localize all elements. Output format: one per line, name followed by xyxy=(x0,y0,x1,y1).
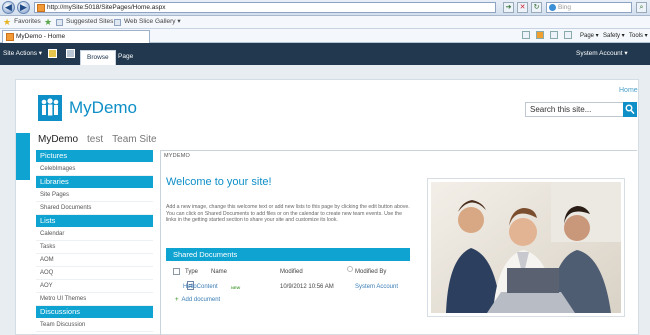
site-search-input[interactable]: Search this site... xyxy=(525,102,624,117)
browser-search-placeholder: Bing xyxy=(558,4,572,11)
table-header-row: Type Name Modified Modified By xyxy=(170,266,410,282)
quicklaunch-item-shared-documents[interactable]: Shared Documents xyxy=(36,202,153,215)
quicklaunch-item-team-discussion[interactable]: Team Discussion xyxy=(36,319,153,332)
stop-icon[interactable]: ✕ xyxy=(517,2,528,13)
favorites-label: Favorites xyxy=(14,18,41,25)
address-bar[interactable]: http://mySite:5018/SitePages/Home.aspx xyxy=(34,2,496,13)
quicklaunch-item-calendar[interactable]: Calendar xyxy=(36,228,153,241)
page-menu-label: Page ▾ xyxy=(580,33,599,39)
welcome-title: Welcome to your site! xyxy=(166,176,272,188)
quicklaunch-heading-discussions[interactable]: Discussions xyxy=(36,306,153,318)
welcome-image xyxy=(427,178,625,317)
browser-toolbar: ◀ ▶ http://mySite:5018/SitePages/Home.as… xyxy=(0,0,650,16)
topnav-item-team-site[interactable]: Team Site xyxy=(112,133,156,146)
search-icon[interactable]: ⌕ xyxy=(636,2,647,13)
address-text: http://mySite:5018/SitePages/Home.aspx xyxy=(47,4,166,11)
edit-page-icon[interactable] xyxy=(66,49,75,58)
people-icon xyxy=(41,98,59,116)
document-modified: 10/9/2012 10:56 AM xyxy=(280,284,334,290)
document-name-link[interactable]: HelloContent xyxy=(183,282,218,292)
mail-icon[interactable] xyxy=(550,31,558,39)
tools-menu[interactable]: Tools ▾ xyxy=(629,31,648,41)
favorites-button[interactable]: ★ Favorites xyxy=(3,16,41,28)
page-breadcrumb: MYDEMO xyxy=(164,153,190,159)
site-search-placeholder: Search this site... xyxy=(530,105,592,114)
home-icon[interactable] xyxy=(522,31,530,39)
browser-tab-bar: MyDemo - Home Page ▾ Safety ▾ Tools ▾ xyxy=(0,29,650,43)
browser-search-input[interactable]: Bing xyxy=(546,2,632,13)
site-favicon xyxy=(37,4,45,12)
site-logo[interactable] xyxy=(38,95,62,121)
quicklaunch-item-site-pages[interactable]: Site Pages xyxy=(36,189,153,202)
tab-title: MyDemo - Home xyxy=(16,33,66,40)
page-menu[interactable]: Page ▾ xyxy=(580,31,599,41)
forward-arrow-icon: ▶ xyxy=(20,3,27,13)
browser-tab[interactable]: MyDemo - Home xyxy=(2,30,150,43)
favorites-bar: ★ Favorites ★ Suggested Sites ▾ Web Slic… xyxy=(0,16,650,29)
document-modified-by[interactable]: System Account xyxy=(355,282,398,292)
quicklaunch-heading-libraries[interactable]: Libraries xyxy=(36,176,153,188)
quicklaunch-item-metro-ui-themes[interactable]: Metro UI Themes xyxy=(36,293,153,306)
forward-button[interactable]: ▶ xyxy=(17,1,30,14)
sharepoint-ribbon: Site Actions ▾ Browse Page System Accoun… xyxy=(0,43,650,65)
column-header-name[interactable]: Name xyxy=(211,267,227,277)
star-icon: ★ xyxy=(3,17,12,27)
print-icon[interactable] xyxy=(564,31,572,39)
feeds-icon[interactable] xyxy=(536,31,544,39)
home-breadcrumb-link[interactable]: Home xyxy=(619,87,638,94)
bing-icon xyxy=(549,4,556,11)
quicklaunch-item-aoq[interactable]: AOQ xyxy=(36,267,153,280)
go-icon[interactable]: ➔ xyxy=(503,2,514,13)
page-icon xyxy=(114,18,121,26)
user-menu[interactable]: System Account ▾ xyxy=(576,49,628,59)
safety-menu-label: Safety ▾ xyxy=(603,33,625,39)
add-document-link[interactable]: + Add document xyxy=(175,297,220,303)
column-header-modified-by[interactable]: Modified By xyxy=(355,267,386,277)
add-icon: + xyxy=(175,297,179,303)
site-actions-menu[interactable]: Site Actions ▾ xyxy=(3,49,42,59)
site-search-button[interactable] xyxy=(623,102,637,117)
select-all-checkbox[interactable] xyxy=(173,268,180,275)
site-title[interactable]: MyDemo xyxy=(69,98,137,118)
add-document-label: Add document xyxy=(181,297,221,303)
accent-bar xyxy=(16,133,30,180)
favorites-item-web-slice[interactable]: Web Slice Gallery ▾ xyxy=(114,16,181,28)
add-favorite-icon[interactable]: ★ xyxy=(44,16,52,28)
column-header-modified[interactable]: Modified xyxy=(280,267,303,277)
team-photo xyxy=(431,182,621,313)
back-button[interactable]: ◀ xyxy=(2,1,15,14)
quicklaunch-heading-lists[interactable]: Lists xyxy=(36,215,153,227)
topnav-item-mydemo[interactable]: MyDemo xyxy=(38,133,78,146)
quicklaunch-item-celebimages[interactable]: CelebImages xyxy=(36,163,153,176)
quicklaunch-item-aom[interactable]: AOM xyxy=(36,254,153,267)
refresh-icon[interactable]: ↻ xyxy=(531,2,542,13)
favorites-item-label: Web Slice Gallery ▾ xyxy=(124,18,181,25)
shared-documents-table: Type Name Modified Modified By HelloCont… xyxy=(170,266,410,297)
topnav-item-test[interactable]: test xyxy=(87,133,103,146)
table-row[interactable]: HelloContent NEW 10/9/2012 10:56 AM Syst… xyxy=(170,281,410,297)
tab-favicon xyxy=(6,33,14,41)
shared-documents-header[interactable]: Shared Documents xyxy=(166,248,410,261)
quicklaunch-item-aoy[interactable]: AOY xyxy=(36,280,153,293)
top-navigation: MyDemo test Team Site xyxy=(38,133,157,146)
search-icon xyxy=(625,104,635,115)
favorites-item-suggested-sites[interactable]: Suggested Sites ▾ xyxy=(56,16,118,28)
quick-launch: Pictures CelebImages Libraries Site Page… xyxy=(36,150,153,332)
page-icon xyxy=(56,18,63,26)
back-arrow-icon: ◀ xyxy=(5,3,12,13)
quicklaunch-heading-pictures[interactable]: Pictures xyxy=(36,150,153,162)
new-badge: NEW xyxy=(231,285,241,290)
ribbon-tab-page[interactable]: Page xyxy=(112,50,139,65)
navigate-up-icon[interactable] xyxy=(48,49,57,58)
column-header-type[interactable]: Type xyxy=(185,267,198,277)
quicklaunch-item-tasks[interactable]: Tasks xyxy=(36,241,153,254)
ribbon-tab-browse[interactable]: Browse xyxy=(80,50,116,65)
modified-by-icon xyxy=(347,266,353,272)
tools-menu-label: Tools ▾ xyxy=(629,33,648,39)
welcome-text: Add a new image, change this welcome tex… xyxy=(166,204,410,224)
safety-menu[interactable]: Safety ▾ xyxy=(603,31,625,41)
favorites-item-label: Suggested Sites ▾ xyxy=(66,18,119,25)
